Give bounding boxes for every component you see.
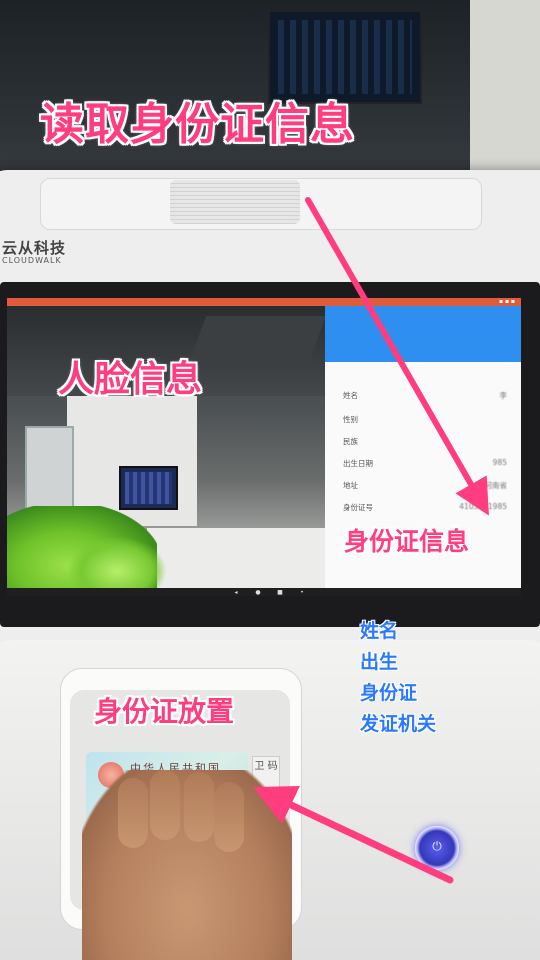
- nav-dot-icon[interactable]: •: [299, 590, 305, 596]
- field-authority-label: 发证机关: [360, 713, 437, 735]
- id-place-caption: 身份证放置: [94, 695, 235, 728]
- nav-bar: ◂ ● ■ •: [7, 588, 521, 596]
- background-paper: [470, 0, 540, 170]
- fields-list: 姓名 出生 身份证 发证机关: [360, 616, 436, 740]
- info-row-value: 985: [492, 458, 507, 467]
- finger: [118, 778, 148, 848]
- info-row: 身份证号 4103221985: [343, 502, 513, 516]
- info-row-label: 民族: [343, 437, 358, 446]
- finger: [150, 770, 180, 840]
- info-panel-header: [325, 306, 521, 362]
- brand-logo-cn: 云从科技: [2, 239, 67, 257]
- info-row-label: 姓名: [343, 391, 358, 400]
- home-icon[interactable]: ●: [255, 590, 261, 596]
- back-icon[interactable]: ◂: [233, 590, 239, 596]
- info-row-value: 李: [499, 391, 508, 400]
- recent-icon[interactable]: ■: [277, 590, 283, 596]
- photo-scene: 云从科技 CLOUDWALK ▪ ▪ ▪ 姓名 李性别民族出生日期 985 地址 河南省…: [0, 0, 540, 960]
- face-info-caption: 人脸信息: [58, 359, 203, 400]
- info-row-label: 出生日期: [343, 459, 373, 468]
- info-row: 民族: [343, 436, 513, 450]
- info-row: 出生日期 985: [343, 458, 513, 472]
- field-name-label: 姓名: [360, 620, 399, 642]
- id-info-caption: 身份证信息: [344, 527, 470, 556]
- info-row-value: 4103221985: [459, 502, 507, 511]
- finger: [214, 782, 244, 852]
- info-row-value: 河南省: [484, 481, 508, 490]
- field-birth-label: 出生: [360, 651, 399, 673]
- field-id-label: 身份证: [360, 682, 418, 704]
- info-row: 姓名 李: [343, 390, 513, 404]
- brand-logo-en: CLOUDWALK: [2, 256, 62, 265]
- power-icon: ⏻: [432, 839, 442, 853]
- info-row: 地址 河南省: [343, 480, 513, 494]
- info-row: 性别: [343, 414, 513, 428]
- status-bar: ▪ ▪ ▪: [7, 298, 521, 306]
- kiosk-hinge: [170, 180, 300, 224]
- info-row-label: 身份证号: [343, 503, 373, 512]
- info-row-label: 性别: [343, 415, 358, 424]
- finger: [184, 772, 214, 842]
- info-row-label: 地址: [343, 481, 358, 490]
- title-caption: 读取身份证信息: [40, 99, 355, 150]
